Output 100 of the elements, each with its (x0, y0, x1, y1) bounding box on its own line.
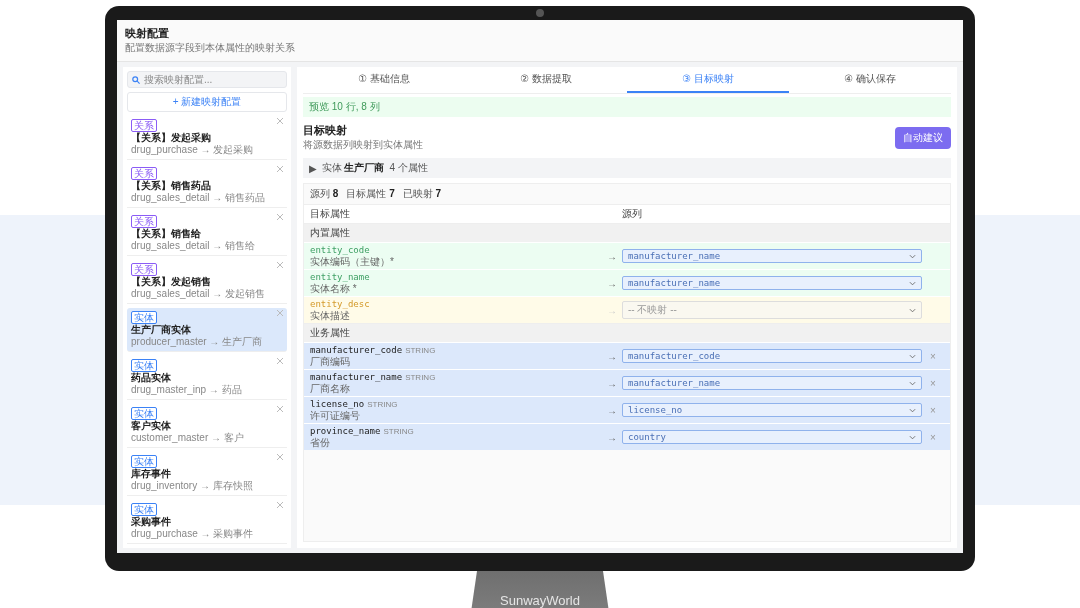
type-tag: 实体 (131, 455, 157, 468)
close-icon[interactable] (277, 310, 283, 316)
expand-toggle[interactable]: ▶ (309, 162, 317, 174)
item-title: 【关系】销售给 (131, 228, 201, 240)
type-tag: 实体 (131, 311, 157, 324)
attribute-label: 实体描述 (310, 310, 350, 321)
source-column-select[interactable]: manufacturer_name (622, 276, 922, 290)
type-tag: 关系 (131, 263, 157, 276)
stat-text: 源列 8 (310, 187, 339, 201)
mapping-list-item[interactable]: 实体 生产厂商实体 producer_master → 生产厂商 (127, 308, 287, 352)
column-header: 源列 (622, 207, 643, 221)
source-column-select[interactable]: country (622, 430, 922, 444)
entity-label: 实体 生产厂商 (321, 161, 385, 175)
attribute-label: 实体编码（主键）* (310, 256, 395, 267)
mapping-list-item[interactable]: 关系 【关系】销售药品 drug_sales_detail → 销售药品 (127, 164, 287, 208)
item-title: 【关系】发起销售 (131, 276, 211, 288)
type-tag: 关系 (131, 119, 157, 132)
preview-notice: 预览 10 行, 8 列 (303, 97, 951, 117)
attribute-label: 许可证编号 (310, 410, 361, 421)
type-tag: 关系 (131, 215, 157, 228)
arrow-text: → (606, 350, 618, 362)
caret-icon (909, 253, 916, 259)
arrow-text: → (606, 377, 618, 389)
mapping-list-item[interactable]: 实体 采购事件 drug_purchase → 采购事件 (127, 500, 287, 544)
item-title: 库存事件 (131, 468, 171, 480)
item-source: drug_master_inp → 药品 (131, 384, 242, 396)
mapping-list-item[interactable]: 实体 库存事件 drug_inventory → 库存快照 (127, 452, 287, 496)
attribute-label: 实体名称 * (310, 283, 357, 294)
item-source: producer_master → 生产厂商 (131, 336, 263, 348)
type-tag: 实体 (131, 359, 157, 372)
caret-icon (909, 380, 916, 386)
item-source: drug_sales_detail → 发起销售 (131, 288, 265, 300)
caret-icon (909, 407, 916, 413)
page-title: 映射配置 (125, 26, 170, 41)
new-mapping-button[interactable]: + 新建映射配置 (127, 92, 287, 112)
page-subtitle: 配置数据源字段到本体属性的映射关系 (125, 41, 296, 55)
stat-text: 已映射 7 (402, 187, 442, 201)
arrow-text: → (606, 277, 618, 289)
mapping-list-item[interactable]: 关系 【关系】销售给 drug_sales_detail → 销售给 (127, 212, 287, 256)
close-icon[interactable] (277, 502, 283, 508)
source-column-select[interactable]: manufacturer_name (622, 376, 922, 390)
group-header: 内置属性 (304, 223, 950, 242)
camera-icon (536, 9, 544, 17)
attribute-count: 4 个属性 (389, 161, 428, 175)
attribute-name: license_no STRING (310, 399, 399, 410)
column-header: 目标属性 (310, 207, 351, 221)
attribute-name: manufacturer_name STRING (310, 372, 437, 383)
caret-icon (909, 307, 916, 313)
close-icon[interactable] (277, 454, 283, 460)
close-icon[interactable] (277, 166, 283, 172)
attribute-name: entity_code (310, 245, 371, 256)
item-title: 【关系】发起采购 (131, 132, 211, 144)
caret-icon (909, 434, 916, 440)
type-tag: 实体 (131, 503, 157, 516)
arrow-text: → (606, 404, 618, 416)
close-icon[interactable] (277, 262, 283, 268)
item-source: customer_master → 客户 (131, 432, 244, 444)
item-title: 药品实体 (131, 372, 171, 384)
group-header: 业务属性 (304, 323, 950, 342)
entity-bar[interactable]: ▶ 实体 生产厂商 4 个属性 (303, 158, 951, 178)
item-title: 采购事件 (131, 516, 171, 528)
source-column-select[interactable]: manufacturer_name (622, 249, 922, 263)
item-source: drug_sales_detail → 销售给 (131, 240, 255, 252)
stat-text: 目标属性 7 (346, 187, 395, 201)
type-tag: 关系 (131, 167, 157, 180)
attribute-name: province_name STRING (310, 426, 415, 437)
arrow-text: → (606, 304, 618, 316)
item-title: 生产厂商实体 (131, 324, 191, 336)
item-title: 【关系】销售药品 (131, 180, 211, 192)
item-title: 客户实体 (131, 420, 171, 432)
attribute-name: entity_desc (310, 299, 371, 310)
step-tab[interactable]: ① 基础信息 (303, 67, 465, 93)
section-title: 目标映射 (303, 123, 348, 138)
search-field[interactable]: 搜索映射配置... (127, 71, 287, 88)
mapping-list-item[interactable]: 关系 【关系】发起销售 drug_sales_detail → 发起销售 (127, 260, 287, 304)
brand-logo: SunwayWorld (500, 593, 580, 608)
step-tab[interactable]: ④ 确认保存 (789, 67, 951, 93)
item-source: drug_purchase → 发起采购 (131, 144, 254, 156)
attribute-label: 省份 (310, 437, 330, 448)
close-icon[interactable] (277, 406, 283, 412)
type-tag: 实体 (131, 407, 157, 420)
step-tab[interactable]: ③ 目标映射 (627, 67, 789, 93)
auto-suggest-button[interactable]: 自动建议 (895, 126, 951, 149)
attribute-label: 厂商名称 (310, 383, 350, 394)
close-icon[interactable] (277, 118, 283, 124)
arrow-text: → (606, 431, 618, 443)
caret-icon (909, 353, 916, 359)
item-source: drug_inventory → 库存快照 (131, 480, 253, 492)
close-icon[interactable] (277, 214, 283, 220)
mapping-list-item[interactable]: 关系 【关系】发起采购 drug_purchase → 发起采购 (127, 116, 287, 160)
section-subtitle: 将源数据列映射到实体属性 (303, 138, 423, 152)
arrow-text: → (606, 250, 618, 262)
step-tab[interactable]: ② 数据提取 (465, 67, 627, 93)
attribute-name: manufacturer_code STRING (310, 345, 437, 356)
source-column-select[interactable]: license_no (622, 403, 922, 417)
source-column-select[interactable]: manufacturer_code (622, 349, 922, 363)
close-icon[interactable] (277, 358, 283, 364)
mapping-list-item[interactable]: 实体 药品实体 drug_master_inp → 药品 (127, 356, 287, 400)
caret-icon (909, 280, 916, 286)
mapping-list-item[interactable]: 实体 客户实体 customer_master → 客户 (127, 404, 287, 448)
